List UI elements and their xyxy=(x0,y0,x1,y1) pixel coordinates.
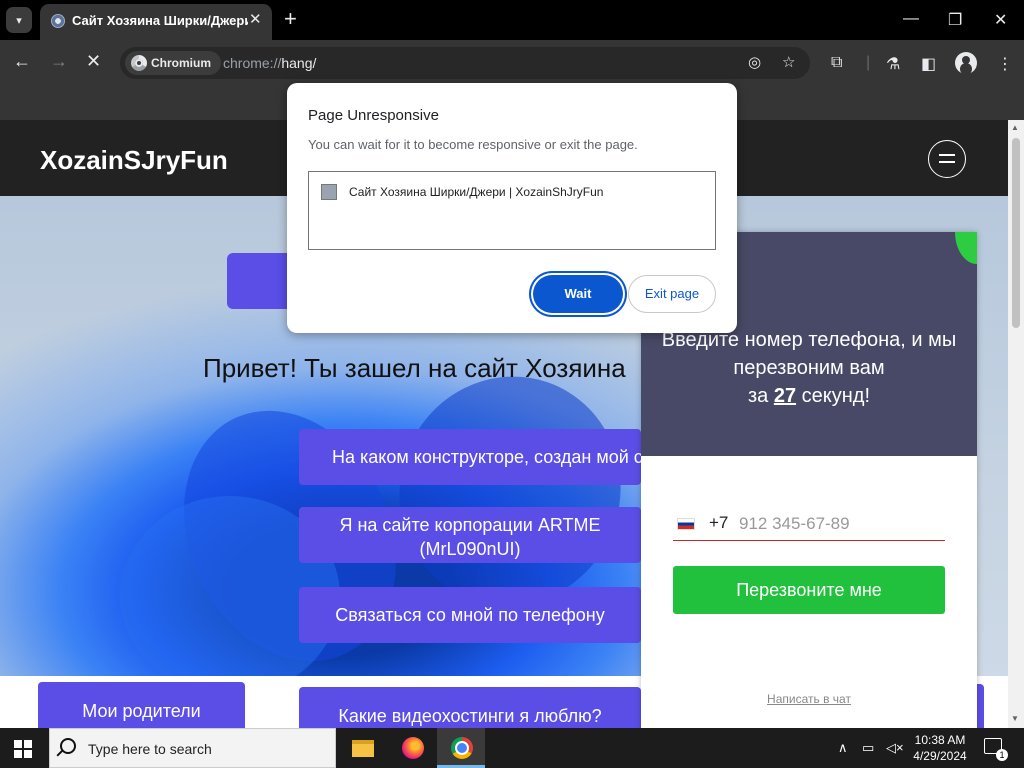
extensions-icon[interactable]: ⧉ xyxy=(831,54,842,72)
back-button[interactable]: ← xyxy=(13,51,31,72)
taskbar-clock[interactable]: 10:38 AM 4/29/2024 xyxy=(905,732,975,764)
scroll-up-arrow-icon[interactable]: ▲ xyxy=(1011,123,1019,132)
constructor-button[interactable]: На каком конструкторе, создан мой с xyxy=(299,429,641,485)
call-me-button[interactable]: Перезвоните мне xyxy=(673,566,945,614)
maximize-button[interactable]: ❐ xyxy=(948,10,962,30)
omnibox[interactable]: Chromium chrome://hang/ ◎ ☆ xyxy=(120,47,810,79)
tab-close-icon[interactable]: ✕ xyxy=(249,10,262,28)
video-hosting-button[interactable]: Какие видеохостинги я люблю? xyxy=(299,687,641,728)
volume-muted-icon[interactable]: ◁× xyxy=(886,740,904,756)
russia-flag-icon[interactable] xyxy=(677,518,695,530)
windows-taskbar: Type here to search ∧ ▭ ◁× 10:38 AM 4/29… xyxy=(0,728,1024,768)
notification-center-icon[interactable]: 1 xyxy=(984,738,1008,761)
folder-icon xyxy=(352,740,374,757)
url-path: hang/ xyxy=(281,55,317,71)
close-widget-corner[interactable] xyxy=(955,232,977,264)
labs-flask-icon[interactable]: ⚗ xyxy=(886,54,900,74)
phone-field[interactable]: +7 912 345-67-89 xyxy=(673,509,945,541)
toolbar-divider: | xyxy=(866,54,871,71)
callback-suffix: секунд! xyxy=(801,385,871,407)
url-text[interactable]: chrome://hang/ xyxy=(223,55,316,71)
page-favicon-icon xyxy=(321,184,337,200)
chromium-icon xyxy=(451,737,473,759)
tab-title: Сайт Хозяина Ширки/Джери xyxy=(72,13,248,28)
forward-button[interactable]: → xyxy=(50,51,68,72)
chromium-taskbar-button[interactable] xyxy=(437,728,485,768)
list-item: Сайт Хозяина Ширки/Джери | XozainShJryFu… xyxy=(349,185,604,199)
firefox-button[interactable] xyxy=(388,728,436,768)
network-icon[interactable]: ▭ xyxy=(862,740,874,756)
tab-active[interactable]: Сайт Хозяина Ширки/Джери ✕ xyxy=(40,4,272,40)
site-logo[interactable]: XozainSJryFun xyxy=(40,145,228,176)
greeting-heading: Привет! Ты зашел на сайт Хозяина xyxy=(203,353,626,383)
callback-prefix: за xyxy=(747,385,769,407)
dialog-title: Page Unresponsive xyxy=(308,107,439,124)
site-info-chip[interactable]: Chromium xyxy=(125,51,221,75)
eye-slash-icon[interactable]: ◎ xyxy=(748,53,761,71)
exit-page-button[interactable]: Exit page xyxy=(628,275,716,313)
window-close-button[interactable]: ✕ xyxy=(994,10,1007,30)
page-scrollbar[interactable]: ▲ ▼ xyxy=(1008,120,1024,728)
scrollbar-thumb[interactable] xyxy=(1012,138,1020,328)
callback-line1: Введите номер телефона, и мы перезвоним … xyxy=(661,329,957,379)
tray-chevron-icon[interactable]: ∧ xyxy=(838,740,848,756)
scroll-down-arrow-icon[interactable]: ▼ xyxy=(1011,714,1019,723)
country-code: +7 xyxy=(709,513,729,532)
callback-seconds: 27 xyxy=(773,385,797,407)
hamburger-menu-icon[interactable] xyxy=(928,140,966,178)
parents-button[interactable]: Мои родители xyxy=(38,682,245,728)
unresponsive-pages-list: Сайт Хозяина Ширки/Джери | XozainShJryFu… xyxy=(308,171,716,250)
clock-time: 10:38 AM xyxy=(914,733,966,747)
artme-button[interactable]: Я на сайте корпорации ARTME (MrL090nUI) xyxy=(299,507,641,563)
menu-kebab-icon[interactable]: ⋮ xyxy=(997,54,1013,74)
search-placeholder: Type here to search xyxy=(88,741,212,757)
bookmark-star-icon[interactable]: ☆ xyxy=(782,53,795,71)
search-icon xyxy=(60,738,76,754)
firefox-icon xyxy=(402,737,424,759)
chat-link[interactable]: Написать в чат xyxy=(641,692,977,706)
phone-input[interactable]: 912 345-67-89 xyxy=(739,514,850,534)
dialog-message: You can wait for it to become responsive… xyxy=(308,137,638,152)
notification-count: 1 xyxy=(996,749,1008,761)
chromium-icon xyxy=(131,55,147,71)
callback-prompt: Введите номер телефона, и мы перезвоним … xyxy=(661,326,957,410)
clock-date: 4/29/2024 xyxy=(913,749,967,763)
wait-button[interactable]: Wait xyxy=(533,275,623,313)
start-windows-icon[interactable] xyxy=(14,740,32,758)
url-scheme: chrome:// xyxy=(223,55,282,71)
tab-search-button[interactable]: ▾ xyxy=(6,7,32,33)
phone-contact-button[interactable]: Связаться со мной по телефону xyxy=(299,587,641,643)
browser-titlebar: ▾ Сайт Хозяина Ширки/Джери ✕ + — ❐ ✕ xyxy=(0,0,1024,40)
new-tab-button[interactable]: + xyxy=(284,7,297,31)
tab-favicon-icon xyxy=(51,14,65,28)
page-unresponsive-dialog: Page Unresponsive You can wait for it to… xyxy=(287,83,737,333)
chip-label: Chromium xyxy=(151,56,211,70)
taskbar-search-box[interactable]: Type here to search xyxy=(49,728,336,768)
side-panel-icon[interactable]: ◧ xyxy=(921,54,936,74)
stop-button[interactable]: ✕ xyxy=(86,51,101,72)
profile-avatar-icon[interactable] xyxy=(955,52,977,74)
file-explorer-button[interactable] xyxy=(338,728,386,768)
minimize-button[interactable]: — xyxy=(903,10,919,28)
